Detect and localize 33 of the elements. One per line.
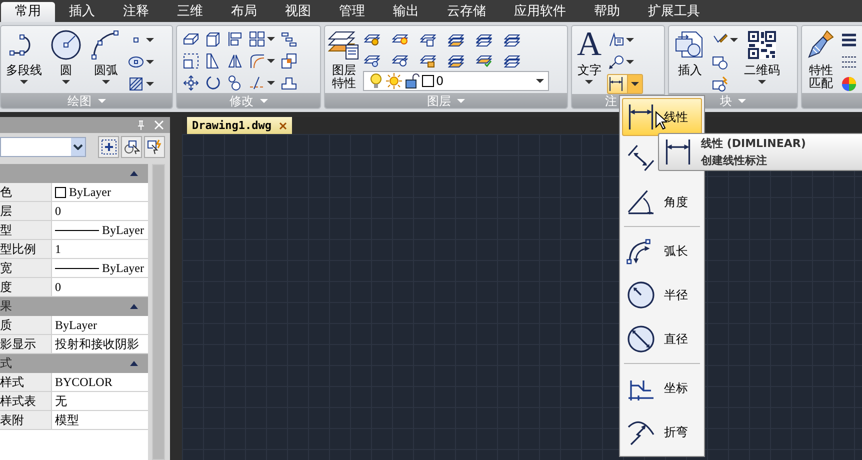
tooltip-description: 创建线性标注 — [701, 153, 768, 168]
property-label: 色 — [0, 183, 52, 201]
value-text: BYCOLOR — [55, 374, 112, 390]
property-label: 型比例 — [0, 240, 52, 258]
property-label: 宽 — [0, 259, 52, 277]
property-label: 质 — [0, 316, 52, 334]
value-text: 1 — [55, 242, 61, 256]
panel-title: 注 — [605, 94, 617, 108]
value-text: ByLayer — [69, 184, 111, 200]
panel-title: 块 — [720, 94, 732, 108]
panel-title: 修改 — [230, 94, 254, 108]
value-text: ByLayer — [102, 222, 144, 238]
panel-title: 图层 — [427, 94, 451, 108]
property-label: 度 — [0, 278, 52, 296]
section-title: 式 — [0, 355, 12, 372]
letter-icon: A — [577, 29, 602, 61]
panel-title: 绘图 — [68, 94, 92, 108]
tooltip-title: 线性 (DIMLINEAR) — [701, 136, 806, 151]
property-label: 型 — [0, 221, 52, 239]
property-label: 表附 — [0, 411, 52, 429]
property-label: 影显示 — [0, 335, 52, 353]
value-text: 0 — [55, 204, 61, 218]
value-text: 无 — [55, 392, 67, 410]
document-title: Drawing1.dwg — [192, 119, 272, 132]
property-label: 样式表 — [0, 392, 52, 410]
value-text: 投射和接收阴影 — [55, 336, 139, 352]
property-label: 样式 — [0, 373, 52, 391]
section-title: 果 — [0, 298, 12, 315]
value-text: ByLayer — [55, 318, 97, 332]
value-text: ByLayer — [102, 260, 144, 276]
value-text: 模型 — [55, 412, 79, 428]
value-text: 0 — [55, 280, 61, 294]
property-label: 层 — [0, 202, 52, 220]
